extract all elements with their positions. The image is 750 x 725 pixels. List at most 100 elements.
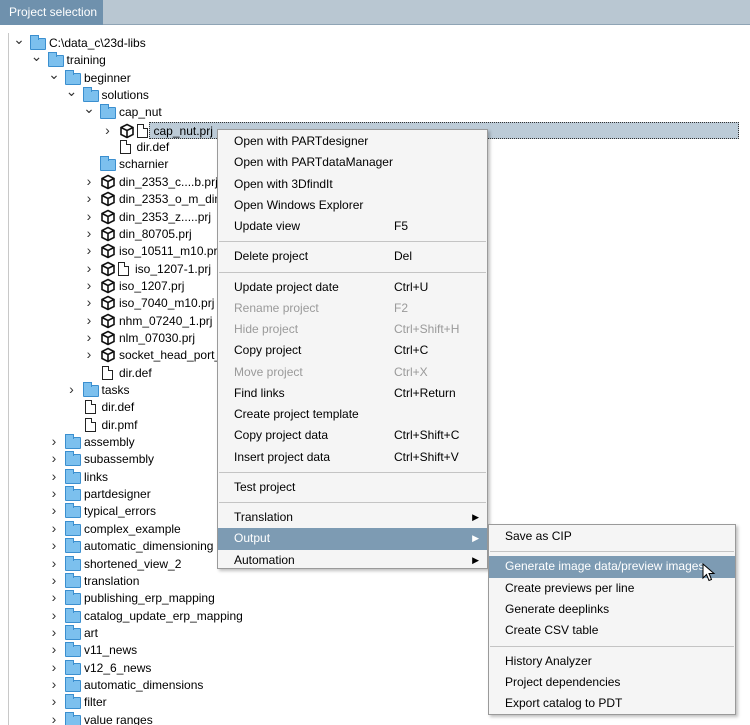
part-cube-icon bbox=[100, 330, 116, 346]
menu-item-project-dependencies[interactable]: Project dependencies bbox=[489, 672, 735, 693]
menu-item-open-with-partdesigner[interactable]: Open with PARTdesigner bbox=[218, 131, 487, 152]
chevron-right-icon[interactable]: › bbox=[48, 538, 60, 552]
menu-item-save-as-cip[interactable]: Save as CIP bbox=[489, 526, 735, 547]
menu-item-copy-project[interactable]: Copy project Ctrl+C bbox=[218, 340, 487, 361]
menu-item-test-project[interactable]: Test project bbox=[218, 477, 487, 498]
menu-item-find-links[interactable]: Find links Ctrl+Return bbox=[218, 383, 487, 404]
chevron-right-icon[interactable]: › bbox=[83, 330, 95, 344]
chevron-right-icon[interactable]: › bbox=[48, 573, 60, 587]
tree-row-beginner[interactable]: ⌄ beginner bbox=[9, 67, 739, 87]
chevron-right-icon[interactable]: › bbox=[83, 226, 95, 240]
menu-item-open-with-3dfindit[interactable]: Open with 3DfindIt bbox=[218, 174, 487, 195]
menu-item-move-project[interactable]: Move project Ctrl+X bbox=[218, 362, 487, 383]
menu-item-delete-project[interactable]: Delete project Del bbox=[218, 246, 487, 267]
menu-shortcut: F5 bbox=[394, 219, 409, 233]
chevron-right-icon[interactable]: › bbox=[48, 503, 60, 517]
menu-item-update-view[interactable]: Update view F5 bbox=[218, 216, 487, 237]
menu-item-label: Export catalog to PDT bbox=[505, 696, 623, 711]
folder-icon bbox=[65, 694, 81, 710]
chevron-right-icon[interactable]: › bbox=[83, 191, 95, 205]
menu-separator bbox=[490, 645, 734, 647]
menu-shortcut: Ctrl+U bbox=[394, 279, 429, 294]
chevron-right-icon[interactable]: › bbox=[48, 434, 60, 448]
chevron-right-icon[interactable]: › bbox=[83, 174, 95, 188]
menu-item-open-windows-explorer[interactable]: Open Windows Explorer bbox=[218, 195, 487, 216]
folder-icon bbox=[100, 104, 116, 120]
document-icon bbox=[118, 140, 134, 155]
folder-icon bbox=[65, 434, 81, 450]
tree-label: automatic_dimensioning bbox=[84, 539, 214, 554]
chevron-right-icon[interactable]: › bbox=[48, 625, 60, 639]
menu-item-label: Update view bbox=[234, 219, 301, 233]
chevron-right-icon[interactable]: › bbox=[48, 556, 60, 570]
chevron-right-icon[interactable]: › bbox=[48, 642, 60, 656]
chevron-right-icon[interactable]: › bbox=[48, 451, 60, 465]
menu-item-copy-project-data[interactable]: Copy project data Ctrl+Shift+C bbox=[218, 425, 487, 446]
chevron-right-icon[interactable]: › bbox=[48, 590, 60, 604]
part-cube-icon bbox=[100, 191, 116, 207]
menu-item-create-csv-table[interactable]: Create CSV table bbox=[489, 620, 735, 641]
chevron-right-icon[interactable]: › bbox=[83, 295, 95, 309]
menu-item-label: Create CSV table bbox=[505, 623, 599, 638]
chevron-right-icon[interactable]: › bbox=[102, 123, 114, 137]
menu-item-translation[interactable]: Translation ▶ bbox=[218, 507, 487, 528]
menu-item-export-catalog-to-pdt[interactable]: Export catalog to PDT bbox=[489, 693, 735, 714]
chevron-down-icon[interactable]: ⌄ bbox=[83, 101, 95, 115]
tree-label: iso_10511_m10.prj bbox=[119, 244, 221, 259]
folder-icon bbox=[65, 486, 81, 502]
tree-row-training[interactable]: ⌄ training bbox=[9, 49, 739, 69]
chevron-right-icon[interactable]: › bbox=[48, 486, 60, 500]
menu-separator bbox=[219, 502, 486, 503]
menu-item-create-previews-per-line[interactable]: Create previews per line bbox=[489, 578, 735, 599]
chevron-down-icon[interactable]: ⌄ bbox=[66, 84, 78, 98]
submenu-arrow-icon: ▶ bbox=[472, 533, 479, 544]
menu-item-update-project-date[interactable]: Update project date Ctrl+U bbox=[218, 277, 487, 298]
chevron-right-icon[interactable]: › bbox=[48, 660, 60, 674]
chevron-right-icon[interactable]: › bbox=[83, 209, 95, 223]
menu-item-automation[interactable]: Automation ▶ bbox=[218, 550, 487, 571]
tree-label: cap_nut bbox=[119, 105, 162, 120]
menu-item-generate-deeplinks[interactable]: Generate deeplinks bbox=[489, 599, 735, 620]
chevron-right-icon[interactable]: › bbox=[83, 313, 95, 327]
tree-row-root[interactable]: ⌄ C:\data_c\23d-libs bbox=[9, 32, 739, 52]
menu-item-create-project-template[interactable]: Create project template bbox=[218, 404, 487, 425]
menu-item-open-with-partdatamanager[interactable]: Open with PARTdataManager bbox=[218, 152, 487, 173]
chevron-right-icon[interactable]: › bbox=[48, 608, 60, 622]
menu-item-rename-project[interactable]: Rename project F2 bbox=[218, 298, 487, 319]
menu-shortcut: Ctrl+Shift+H bbox=[394, 322, 460, 336]
part-cube-icon bbox=[100, 313, 116, 328]
tree-label: v11_news bbox=[84, 643, 138, 658]
tree-label: nlm_07030.prj bbox=[119, 330, 196, 345]
chevron-right-icon[interactable]: › bbox=[48, 521, 60, 535]
tab-project-selection[interactable]: Project selection bbox=[0, 0, 103, 25]
chevron-right-icon[interactable]: › bbox=[83, 243, 95, 257]
document-icon bbox=[116, 261, 132, 276]
chevron-right-icon[interactable]: › bbox=[83, 278, 95, 292]
chevron-right-icon[interactable]: › bbox=[48, 694, 60, 708]
mouse-cursor-icon bbox=[702, 563, 716, 582]
menu-item-output[interactable]: Output ▶ bbox=[218, 528, 487, 550]
menu-item-label: Delete project bbox=[234, 249, 309, 264]
menu-item-label: Hide project bbox=[234, 322, 299, 336]
menu-item-hide-project[interactable]: Hide project Ctrl+Shift+H bbox=[218, 319, 487, 340]
document-icon bbox=[83, 417, 99, 432]
menu-item-label: Generate image data/preview images bbox=[505, 559, 705, 574]
tree-label: solutions bbox=[101, 88, 149, 103]
chevron-down-icon[interactable]: ⌄ bbox=[31, 49, 43, 63]
menu-item-insert-project-data[interactable]: Insert project data Ctrl+Shift+V bbox=[218, 447, 487, 468]
chevron-right-icon[interactable]: › bbox=[83, 261, 95, 275]
tree-row-cap_nut[interactable]: ⌄ cap_nut bbox=[9, 101, 739, 121]
chevron-right-icon[interactable]: › bbox=[83, 347, 95, 361]
menu-item-generate-image-data-preview-images[interactable]: Generate image data/preview images bbox=[489, 556, 735, 578]
chevron-right-icon[interactable]: › bbox=[48, 469, 60, 483]
menu-item-history-analyzer[interactable]: History Analyzer bbox=[489, 651, 735, 672]
chevron-down-icon[interactable]: ⌄ bbox=[48, 67, 60, 81]
chevron-right-icon[interactable]: › bbox=[66, 382, 78, 396]
menu-item-label: Open Windows Explorer bbox=[234, 197, 364, 212]
tree-row-solutions[interactable]: ⌄ solutions bbox=[9, 84, 739, 104]
chevron-down-icon[interactable]: ⌄ bbox=[13, 32, 25, 46]
chevron-right-icon[interactable]: › bbox=[48, 677, 60, 691]
chevron-right-icon[interactable]: › bbox=[48, 712, 60, 725]
menu-item-label: Output bbox=[234, 531, 271, 546]
part-cube-icon bbox=[100, 209, 116, 224]
